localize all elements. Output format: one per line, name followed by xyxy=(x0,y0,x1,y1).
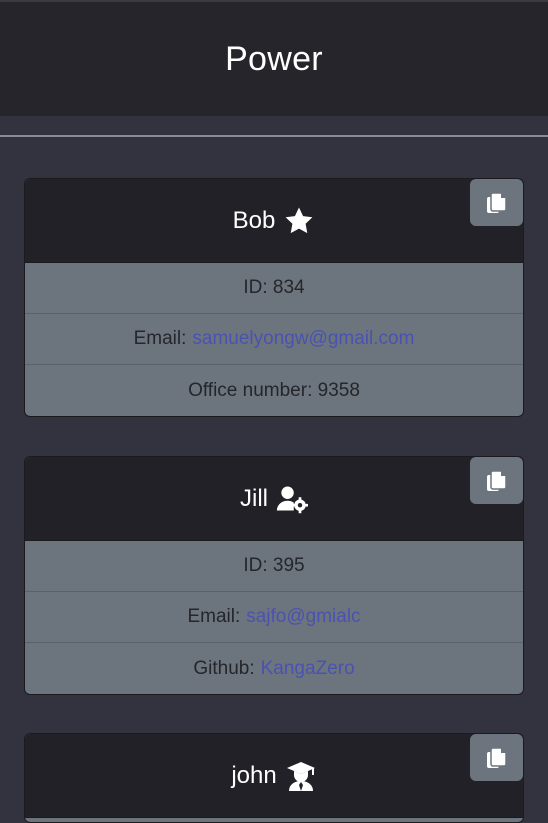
page-header: Power xyxy=(0,0,548,116)
copy-icon xyxy=(486,191,507,213)
employee-id: ID: 395 xyxy=(25,541,523,592)
graduate-icon xyxy=(286,761,315,791)
employee-email: Email: sajfo@gmialc xyxy=(25,592,523,643)
card-header: john xyxy=(25,734,523,818)
star-icon xyxy=(285,207,313,233)
employee-email: Email: samuelyongw@gmail.com xyxy=(25,314,523,365)
employee-name: Jill xyxy=(240,484,268,512)
copy-icon xyxy=(486,469,507,491)
employee-card-john: john xyxy=(24,733,524,823)
employee-id: ID: 834 xyxy=(25,263,523,314)
page-title: Power xyxy=(225,39,323,78)
employee-card-jill: Jill ID: 395 Email: sajfo@gmialc Github:… xyxy=(24,456,524,695)
employee-name: john xyxy=(231,761,277,789)
copy-button[interactable] xyxy=(470,457,523,504)
email-link[interactable]: samuelyongw@gmail.com xyxy=(192,328,414,350)
github-link[interactable]: KangaZero xyxy=(261,658,355,680)
employee-name: Bob xyxy=(232,206,276,234)
office-number: Office number: 9358 xyxy=(188,379,360,401)
user-gear-icon xyxy=(276,486,308,513)
employee-card-bob: Bob ID: 834 Email: samuelyongw@gmail.com… xyxy=(24,178,524,417)
header-divider xyxy=(0,135,548,137)
copy-button[interactable] xyxy=(470,734,523,781)
copy-icon xyxy=(486,746,507,768)
card-header: Bob xyxy=(25,179,523,263)
github: Github: KangaZero xyxy=(193,657,355,680)
card-header: Jill xyxy=(25,457,523,541)
copy-button[interactable] xyxy=(470,179,523,226)
email-link[interactable]: sajfo@gmialc xyxy=(246,606,360,628)
